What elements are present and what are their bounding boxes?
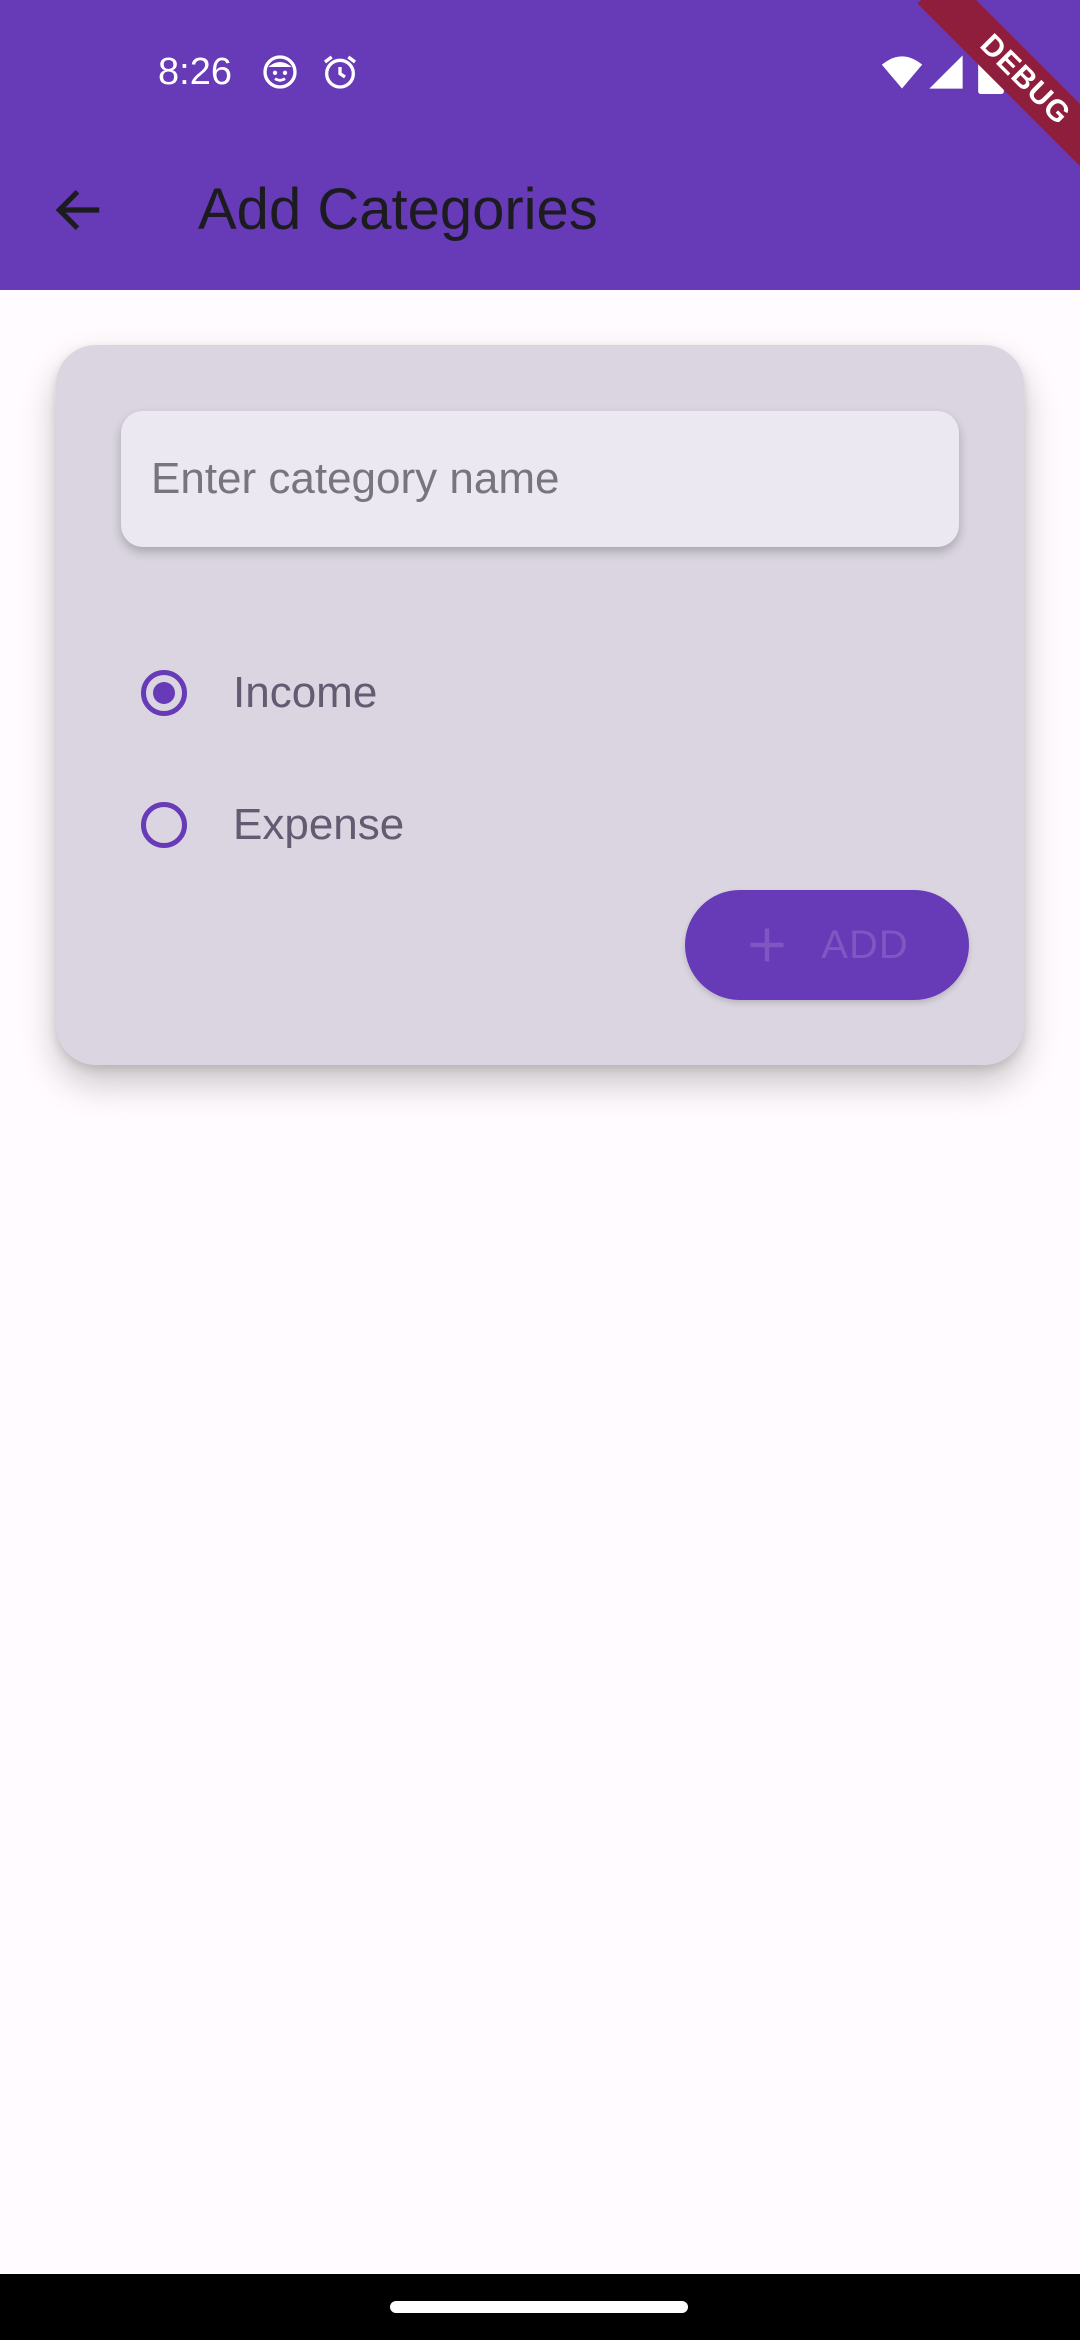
add-button-label: ADD [821, 922, 909, 967]
home-gesture-handle[interactable] [390, 2301, 688, 2313]
app-bar: 8:26 Add Categories DEBUG [0, 0, 1080, 290]
alarm-icon [320, 52, 360, 92]
category-name-input[interactable] [149, 453, 931, 505]
cell-signal-icon [926, 52, 966, 92]
radio-label-income: Income [233, 668, 378, 717]
plus-icon [745, 923, 789, 967]
arrow-back-icon[interactable] [50, 182, 106, 238]
face-notification-icon [260, 52, 300, 92]
radio-button-selected[interactable] [141, 670, 187, 716]
add-button[interactable]: ADD [685, 890, 969, 1000]
radio-option-expense[interactable]: Expense [141, 785, 404, 865]
system-navigation-bar [0, 2274, 1080, 2340]
radio-option-income[interactable]: Income [141, 653, 377, 733]
add-category-card: Income Expense ADD [56, 345, 1024, 1065]
status-time: 8:26 [158, 51, 232, 93]
category-name-field[interactable] [121, 411, 959, 547]
wifi-icon [880, 50, 924, 94]
radio-button-unselected[interactable] [141, 802, 187, 848]
page-title: Add Categories [198, 177, 598, 242]
radio-label-expense: Expense [233, 800, 405, 849]
